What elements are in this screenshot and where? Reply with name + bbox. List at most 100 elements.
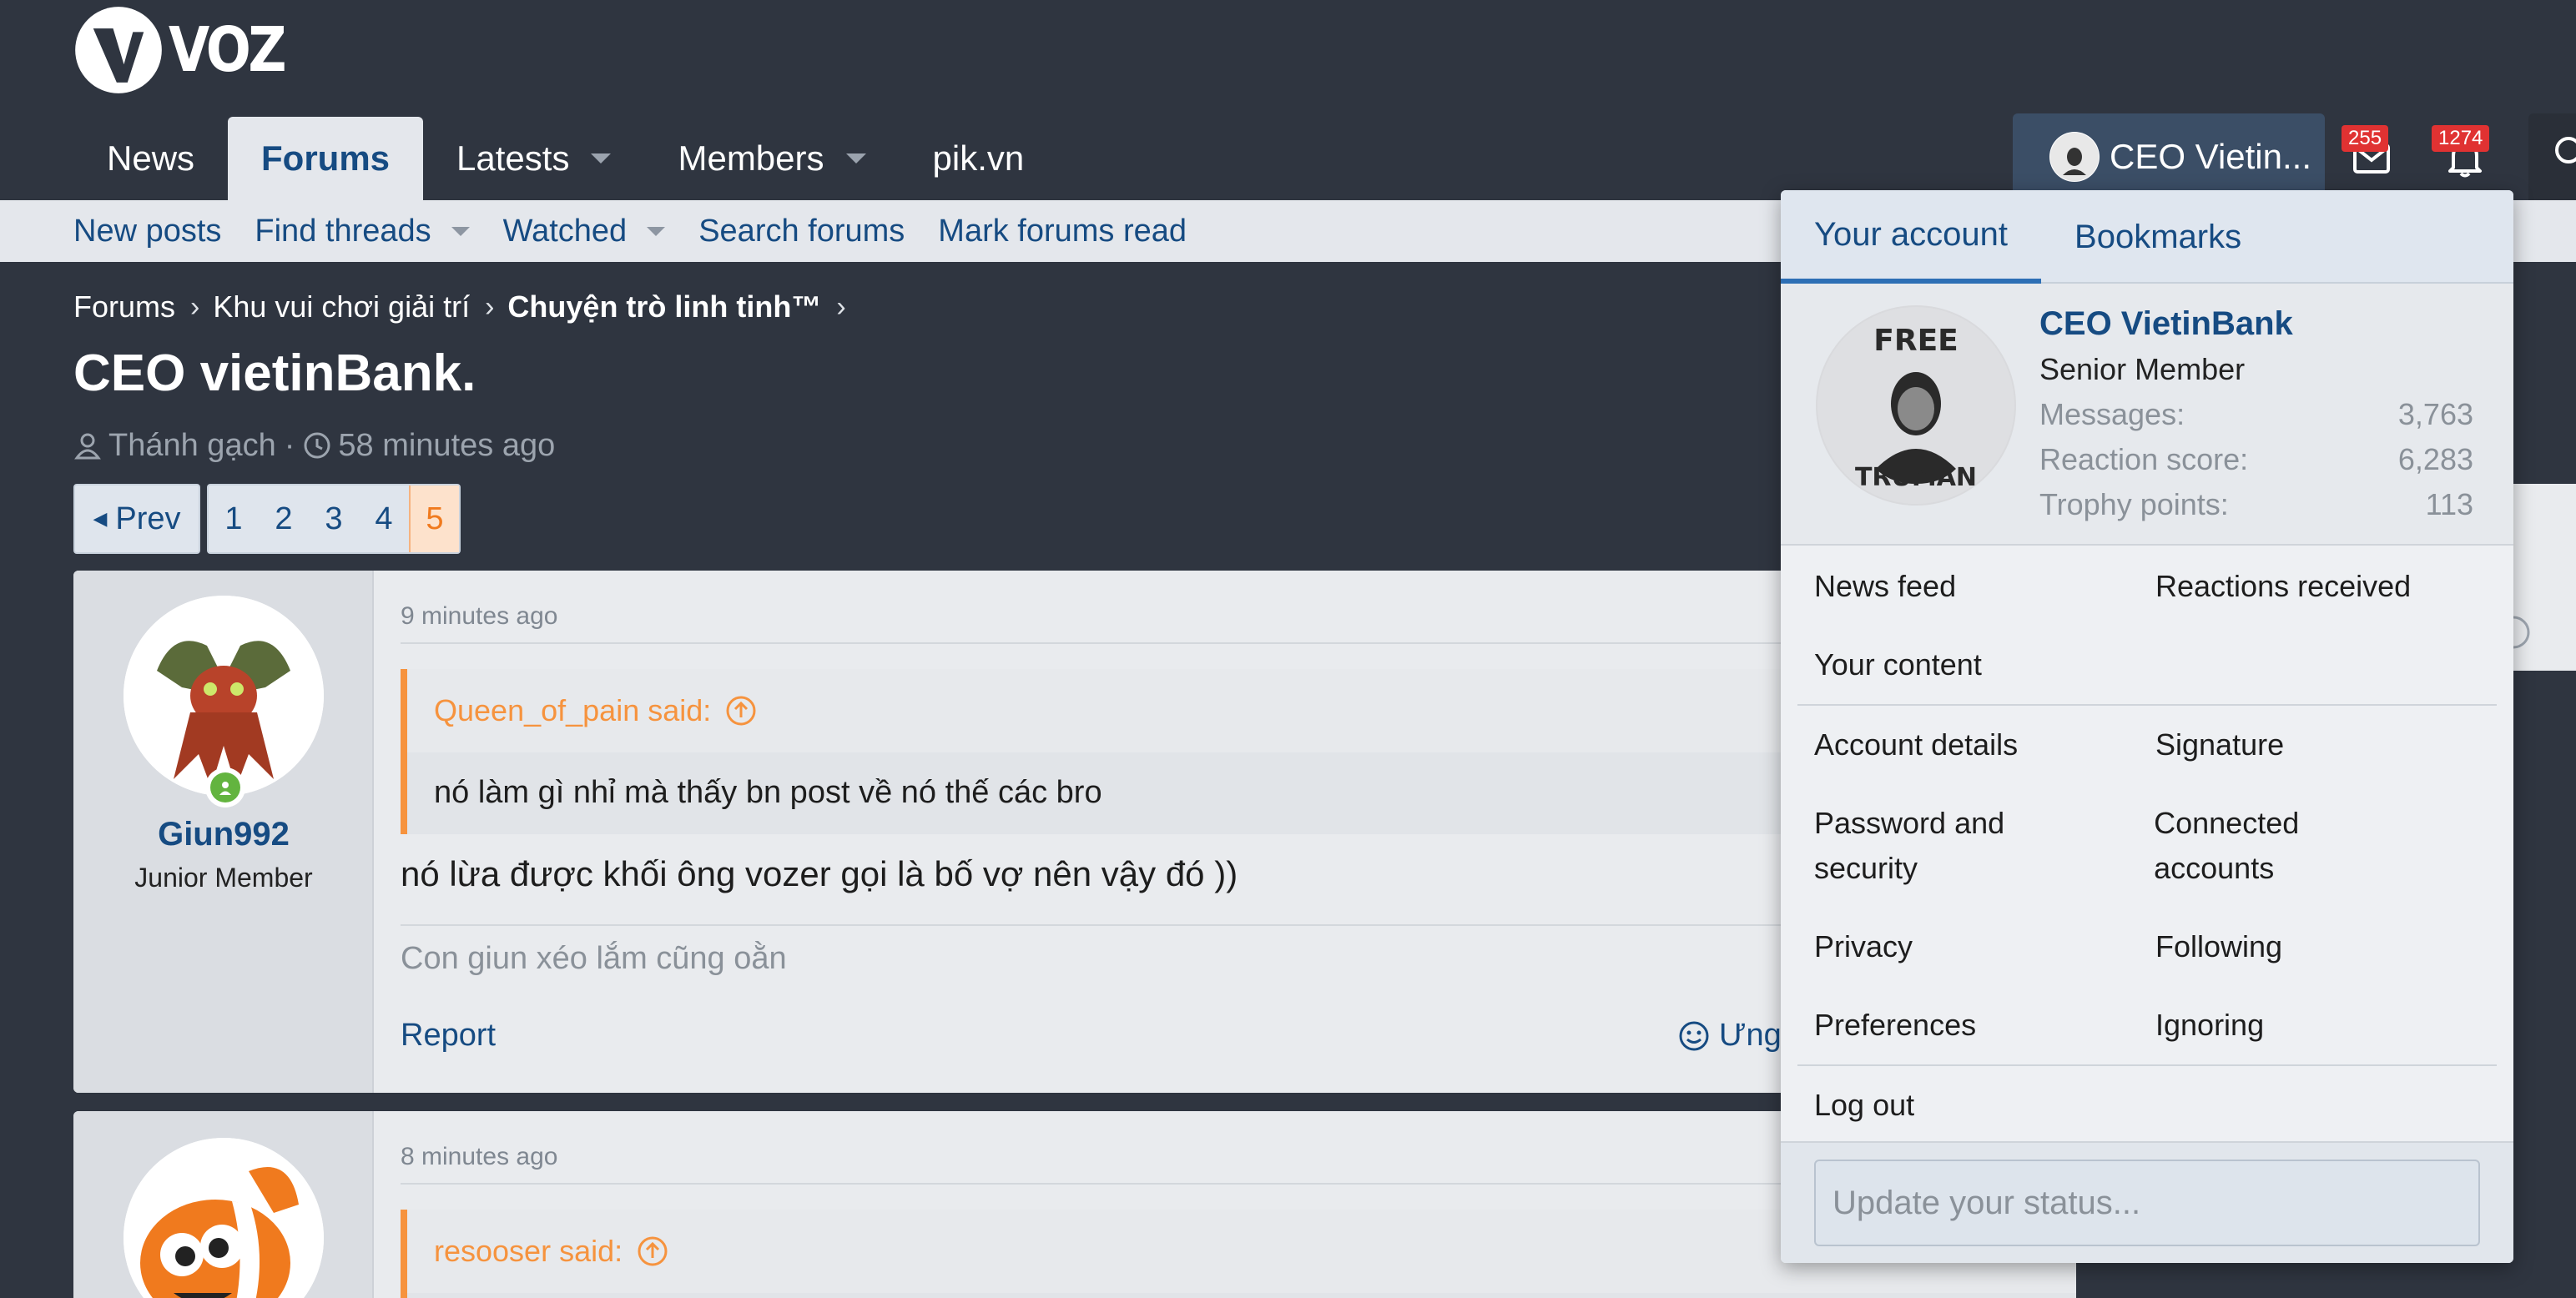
caret-left-icon: ◀ <box>93 508 108 529</box>
search-button[interactable] <box>2528 113 2576 200</box>
account-profile: FREE TRUMAN CEO VietinBank Senior Member… <box>1781 284 2513 546</box>
link-following[interactable]: Following <box>2155 908 2497 986</box>
account-name[interactable]: CEO VietinBank <box>2039 305 2293 343</box>
page-4[interactable]: 4 <box>359 485 409 552</box>
user-avatar <box>2049 132 2100 182</box>
page-2[interactable]: 2 <box>259 485 309 552</box>
subnav-label: New posts <box>73 213 222 249</box>
menu-row: Account details Signature <box>1781 706 2513 784</box>
menu-row: Log out <box>1781 1066 2513 1145</box>
breadcrumb-forum[interactable]: Chuyện trò linh tinh™ <box>507 289 821 324</box>
account-rank: Senior Member <box>2039 352 2246 386</box>
nav-tab-label: pik.vn <box>932 138 1025 178</box>
link-ignoring[interactable]: Ignoring <box>2155 986 2497 1064</box>
link-preferences[interactable]: Preferences <box>1814 986 2155 1064</box>
post-time[interactable]: 9 minutes ago <box>401 602 557 631</box>
arrow-up-circle-icon[interactable] <box>724 694 758 727</box>
arrow-up-circle-icon[interactable] <box>636 1235 669 1268</box>
free-truman-avatar-icon: FREE TRUMAN <box>1817 307 2014 504</box>
nav-tab-pikvn[interactable]: pik.vn <box>900 117 1058 200</box>
quote-author: Queen_of_pain said: <box>434 693 712 727</box>
nav-tab-label: Forums <box>261 138 391 178</box>
pagination: ◀ Prev 1 2 3 4 5 <box>73 484 461 554</box>
caret-down-icon[interactable] <box>451 226 470 236</box>
stat-value: 3,763 <box>2397 397 2473 431</box>
account-menu-toggle[interactable]: CEO Vietin... <box>2013 113 2325 200</box>
caret-down-icon[interactable] <box>845 153 866 164</box>
react-label: Ưng <box>1719 1018 1782 1053</box>
account-menu: Your account Bookmarks FREE TRUMAN CEO V… <box>1781 190 2513 1263</box>
logout-link[interactable]: Log out <box>1814 1066 2179 1145</box>
stat-value: 113 <box>2425 487 2473 521</box>
nav-tab-forums[interactable]: Forums <box>228 117 424 200</box>
breadcrumb-forums[interactable]: Forums <box>73 289 175 324</box>
subnav-watched[interactable]: Watched <box>503 214 666 249</box>
link-privacy[interactable]: Privacy <box>1814 908 2155 986</box>
site-logo[interactable]: VOZ <box>73 5 303 95</box>
nav-tab-members[interactable]: Members <box>644 117 899 200</box>
nav-tab-label: Latests <box>456 138 570 178</box>
subnav-new-posts[interactable]: New posts <box>73 214 221 249</box>
thread-author[interactable]: Thánh gạch <box>108 428 276 464</box>
nav-tab-label: News <box>107 138 195 178</box>
link-account-details[interactable]: Account details <box>1814 706 2155 784</box>
link-your-content[interactable]: Your content <box>1814 626 2179 704</box>
user-link-label: CEO Vietin... <box>2110 137 2311 176</box>
subnav-mark-read[interactable]: Mark forums read <box>938 214 1187 249</box>
smiley-icon <box>1679 1021 1709 1050</box>
page-1[interactable]: 1 <box>209 485 259 552</box>
user-avatar[interactable] <box>124 596 324 796</box>
page-5-current[interactable]: 5 <box>409 485 459 552</box>
chevron-right-icon: › <box>190 290 200 323</box>
post-user-panel <box>73 1111 374 1298</box>
inbox-count-badge: 255 <box>2342 125 2389 152</box>
link-password-security[interactable]: Password and security <box>1814 784 2154 908</box>
nav-tab-news[interactable]: News <box>73 117 228 200</box>
post: Giun992 Junior Member 9 minutes ago Quee… <box>73 571 2076 1093</box>
account-menu-tabs: Your account Bookmarks <box>1781 190 2513 284</box>
subnav-find-threads[interactable]: Find threads <box>255 214 470 249</box>
page-title: CEO vietinBank. <box>73 345 476 402</box>
caret-down-icon[interactable] <box>647 226 666 236</box>
voz-logo-icon <box>75 7 162 93</box>
post-body: nó lừa được khối ông vozer gọi là bố vợ … <box>401 854 1238 893</box>
post-time[interactable]: 8 minutes ago <box>401 1143 557 1171</box>
menu-row: Preferences Ignoring <box>1781 986 2513 1064</box>
nav-tab-latests[interactable]: Latests <box>423 117 644 200</box>
subnav-label: Mark forums read <box>938 213 1187 249</box>
thread-age[interactable]: 58 minutes ago <box>338 428 555 464</box>
user-avatar[interactable] <box>124 1138 324 1298</box>
account-avatar[interactable]: FREE TRUMAN <box>1816 305 2016 506</box>
subnav-label: Search forums <box>698 213 905 249</box>
main-nav: News Forums Latests Members pik.vn <box>73 117 1057 200</box>
nav-tab-label: Members <box>678 138 824 178</box>
post-user-title: Junior Member <box>134 863 313 893</box>
subnav-search-forums[interactable]: Search forums <box>698 214 905 249</box>
breadcrumb-category[interactable]: Khu vui chơi giải trí <box>213 289 470 324</box>
avatar-text-bottom: TRUMAN <box>1855 463 1977 492</box>
stat-reaction-score: Reaction score: 6,283 <box>2039 442 2473 487</box>
menu-row: Your content <box>1781 626 2513 704</box>
avatar-text-top: FREE <box>1873 324 1958 358</box>
link-connected-accounts[interactable]: Connected accounts <box>2154 784 2497 908</box>
tab-your-account[interactable]: Your account <box>1781 190 2042 284</box>
account-links: News feed Reactions received Your conten… <box>1781 547 2513 1145</box>
post-username[interactable]: Giun992 <box>73 816 374 853</box>
menu-row: Privacy Following <box>1781 908 2513 986</box>
chevron-right-icon: › <box>485 290 495 323</box>
page-3[interactable]: 3 <box>309 485 359 552</box>
report-link[interactable]: Report <box>401 1018 496 1054</box>
link-news-feed[interactable]: News feed <box>1814 547 2155 626</box>
online-status-icon <box>205 767 245 807</box>
tab-bookmarks[interactable]: Bookmarks <box>2041 190 2275 284</box>
link-reactions-received[interactable]: Reactions received <box>2155 547 2497 626</box>
avatar-portrait-icon <box>2050 133 2099 181</box>
post-user-panel: Giun992 Junior Member <box>73 571 374 1093</box>
react-button[interactable]: Ưng <box>1677 1018 1782 1054</box>
prev-label: Prev <box>115 501 181 536</box>
prev-page-button[interactable]: ◀ Prev <box>73 484 200 554</box>
link-signature[interactable]: Signature <box>2155 706 2497 784</box>
caret-down-icon[interactable] <box>591 153 612 164</box>
status-input[interactable] <box>1814 1160 2480 1246</box>
status-footer <box>1781 1141 2513 1263</box>
